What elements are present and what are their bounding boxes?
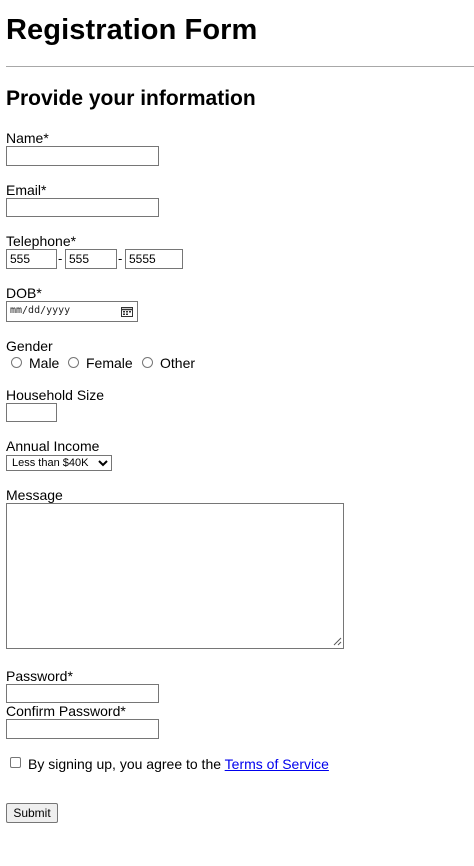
annual-income-select[interactable]: Less than $40K: [6, 455, 112, 471]
name-input[interactable]: [6, 146, 159, 166]
telephone-separator: -: [118, 251, 123, 266]
dob-placeholder: mm/dd/yyyy: [10, 305, 71, 316]
gender-option-label: Other: [160, 355, 196, 371]
gender-option-label: Female: [86, 355, 133, 371]
household-size-label: Household Size: [6, 387, 105, 403]
confirm-password-input[interactable]: [6, 719, 159, 739]
resize-grip-icon[interactable]: [333, 637, 342, 646]
gender-radio-female[interactable]: [68, 357, 79, 368]
telephone-area-code-input[interactable]: [6, 249, 57, 269]
password-input[interactable]: [6, 684, 159, 703]
form-subtitle: Provide your information: [6, 87, 256, 110]
telephone-prefix-input[interactable]: [65, 249, 117, 269]
message-textarea[interactable]: [6, 503, 344, 649]
terms-checkbox[interactable]: [10, 757, 21, 768]
email-label: Email*: [6, 182, 47, 198]
household-size-input[interactable]: [6, 403, 57, 422]
horizontal-divider: [6, 66, 474, 67]
gender-option-label: Male: [29, 355, 60, 371]
gender-radio-male[interactable]: [11, 357, 22, 368]
password-label: Password*: [6, 668, 73, 684]
gender-radio-other[interactable]: [142, 357, 153, 368]
telephone-line-input[interactable]: [125, 249, 183, 269]
message-label: Message: [6, 487, 63, 503]
annual-income-label: Annual Income: [6, 438, 100, 454]
calendar-icon[interactable]: [121, 306, 133, 317]
telephone-label: Telephone*: [6, 233, 77, 249]
page-title: Registration Form: [6, 14, 258, 46]
submit-button[interactable]: Submit: [6, 803, 58, 823]
gender-label: Gender: [6, 338, 53, 354]
confirm-password-label: Confirm Password*: [6, 703, 126, 719]
terms-of-service-link[interactable]: Terms of Service: [225, 756, 329, 772]
telephone-separator: -: [58, 251, 63, 266]
terms-agreement-text: By signing up, you agree to the Terms of…: [28, 756, 329, 772]
terms-agreement-label: By signing up, you agree to the: [28, 756, 225, 772]
dob-date-input[interactable]: mm/dd/yyyy: [6, 301, 138, 322]
email-input[interactable]: [6, 198, 159, 217]
dob-label: DOB*: [6, 285, 42, 301]
name-label: Name*: [6, 130, 49, 146]
